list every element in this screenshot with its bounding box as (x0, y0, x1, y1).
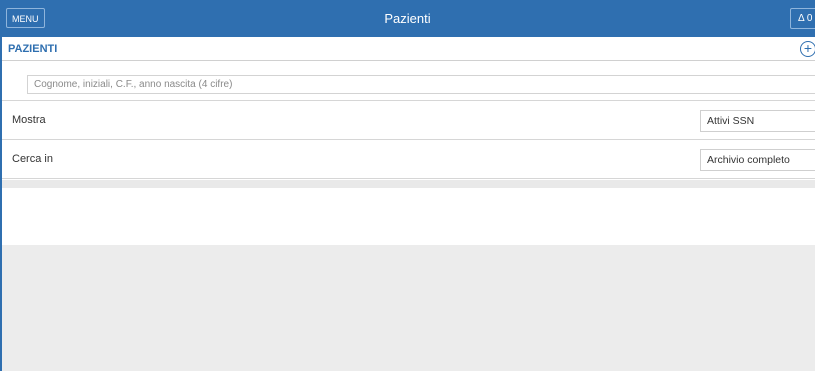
window-frame (0, 0, 815, 371)
